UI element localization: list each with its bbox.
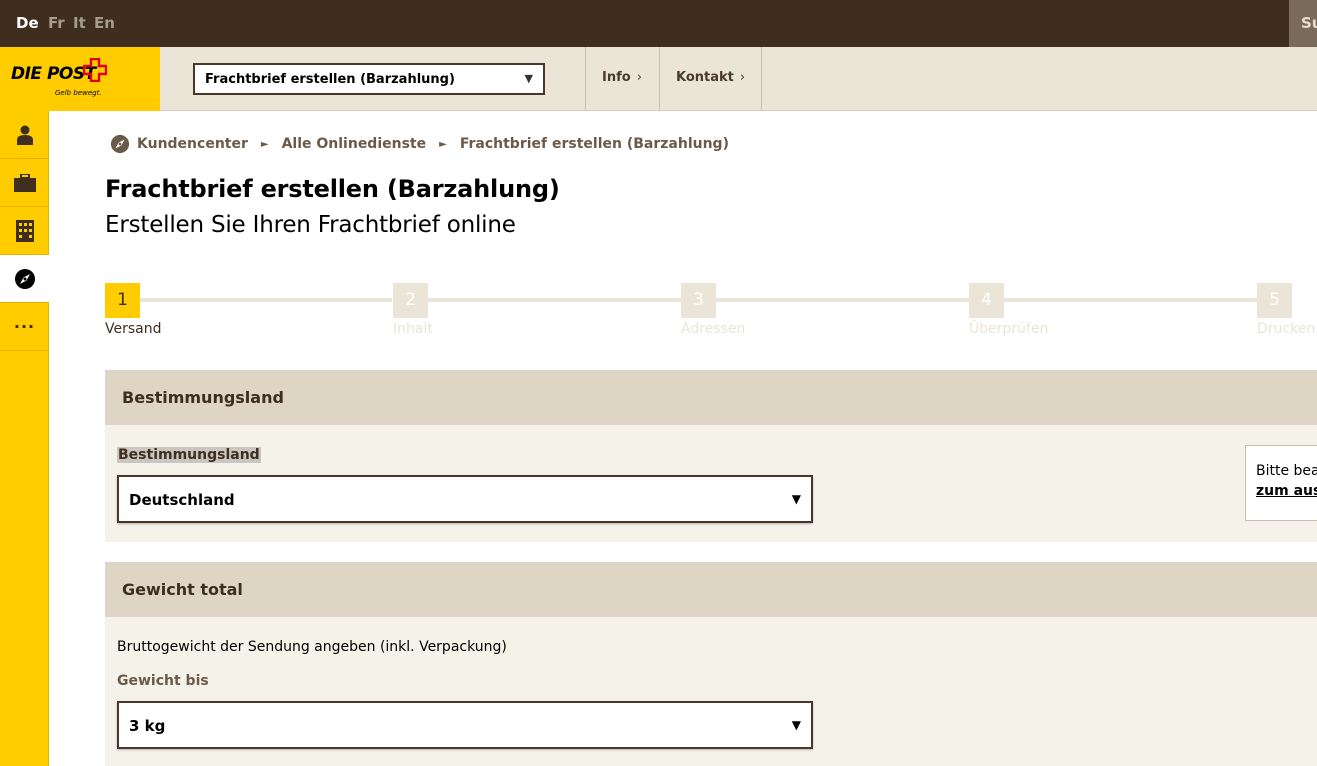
destination-select-value: Deutschland [129, 491, 235, 509]
weight-description: Bruttogewicht der Sendung angeben (inkl.… [117, 639, 507, 655]
step-connector [1004, 298, 1257, 302]
destination-panel-heading: Bestimmungsland [105, 370, 1317, 425]
breadcrumb-separator-icon: ► [439, 138, 447, 150]
step-2-label: Inhalt [393, 321, 433, 337]
nav-info[interactable]: Info › [585, 47, 658, 111]
logo-slogan: Gelb bewegt. [55, 89, 102, 97]
weight-field-label: Gewicht bis [117, 673, 209, 689]
breadcrumb-separator-icon: ► [260, 138, 269, 150]
chevron-right-icon: › [739, 70, 746, 85]
page-title: Frachtbrief erstellen (Barzahlung) [105, 175, 560, 203]
info-link[interactable]: zum ausg [1256, 483, 1317, 499]
nav-info-label: Info [602, 70, 631, 85]
breadcrumb: Kundencenter ► Alle Onlinedienste ► Frac… [110, 134, 729, 154]
lang-de[interactable]: De [16, 14, 39, 32]
step-2-number: 2 [393, 283, 428, 318]
info-text: Bitte bea [1256, 463, 1317, 479]
page-subtitle: Erstellen Sie Ihren Frachtbrief online [105, 212, 516, 238]
nav-kontakt[interactable]: Kontakt › [659, 47, 763, 111]
step-5-number: 5 [1257, 283, 1292, 318]
language-bar: De Fr It En Su [0, 0, 1317, 47]
dropdown-arrow-icon: ▼ [524, 72, 533, 85]
header: DIE POST Gelb bewegt. Frachtbrief erstel… [0, 47, 1317, 111]
sidebar-item-more[interactable]: ··· [0, 303, 49, 351]
step-3-number: 3 [681, 283, 716, 318]
compass-icon [110, 134, 130, 154]
search-button[interactable]: Su [1289, 0, 1317, 47]
breadcrumb-onlinedienste[interactable]: Alle Onlinedienste [282, 136, 427, 152]
breadcrumb-kundencenter[interactable]: Kundencenter [137, 136, 248, 152]
sidebar-item-services[interactable] [0, 255, 49, 303]
more-icon: ··· [13, 317, 36, 336]
breadcrumb-current: Frachtbrief erstellen (Barzahlung) [459, 136, 729, 152]
step-connector [428, 298, 681, 302]
step-1-number: 1 [105, 283, 140, 318]
chevron-right-icon: › [636, 70, 642, 85]
dropdown-arrow-icon: ▼ [791, 492, 801, 506]
weight-select[interactable]: 3 kg ▼ [117, 701, 813, 749]
service-select-value: Frachtbrief erstellen (Barzahlung) [205, 72, 455, 87]
step-connector [716, 298, 969, 302]
lang-it[interactable]: It [73, 14, 86, 32]
step-3-label: Adressen [681, 321, 746, 337]
lang-fr[interactable]: Fr [48, 14, 65, 32]
service-select[interactable]: Frachtbrief erstellen (Barzahlung) ▼ [193, 63, 545, 95]
dropdown-arrow-icon: ▼ [791, 718, 801, 732]
compass-icon [14, 268, 35, 289]
step-4-number: 4 [969, 283, 1004, 318]
step-5-label: Drucken [1257, 321, 1316, 337]
building-icon [15, 219, 34, 242]
person-icon [16, 125, 33, 145]
logo[interactable]: DIE POST Gelb bewegt. [0, 47, 160, 111]
step-connector [140, 298, 392, 302]
step-1-label: Versand [105, 321, 162, 337]
step-4-label: Überprüfen [969, 321, 1049, 337]
destination-select[interactable]: Deutschland ▼ [117, 475, 813, 523]
sidebar-item-private[interactable] [0, 111, 49, 159]
weight-select-value: 3 kg [129, 717, 166, 735]
sidebar-item-business[interactable] [0, 159, 49, 207]
nav-kontakt-label: Kontakt [676, 70, 734, 85]
destination-field-label: Bestimmungsland [117, 447, 261, 463]
briefcase-icon [13, 173, 36, 192]
sidebar: ··· [0, 111, 49, 766]
sidebar-item-company[interactable] [0, 207, 49, 255]
swiss-cross-icon [83, 58, 107, 82]
info-box: Bitte bea zum ausg [1245, 445, 1317, 521]
lang-en[interactable]: En [94, 14, 115, 32]
weight-panel-heading: Gewicht total [105, 562, 1317, 617]
